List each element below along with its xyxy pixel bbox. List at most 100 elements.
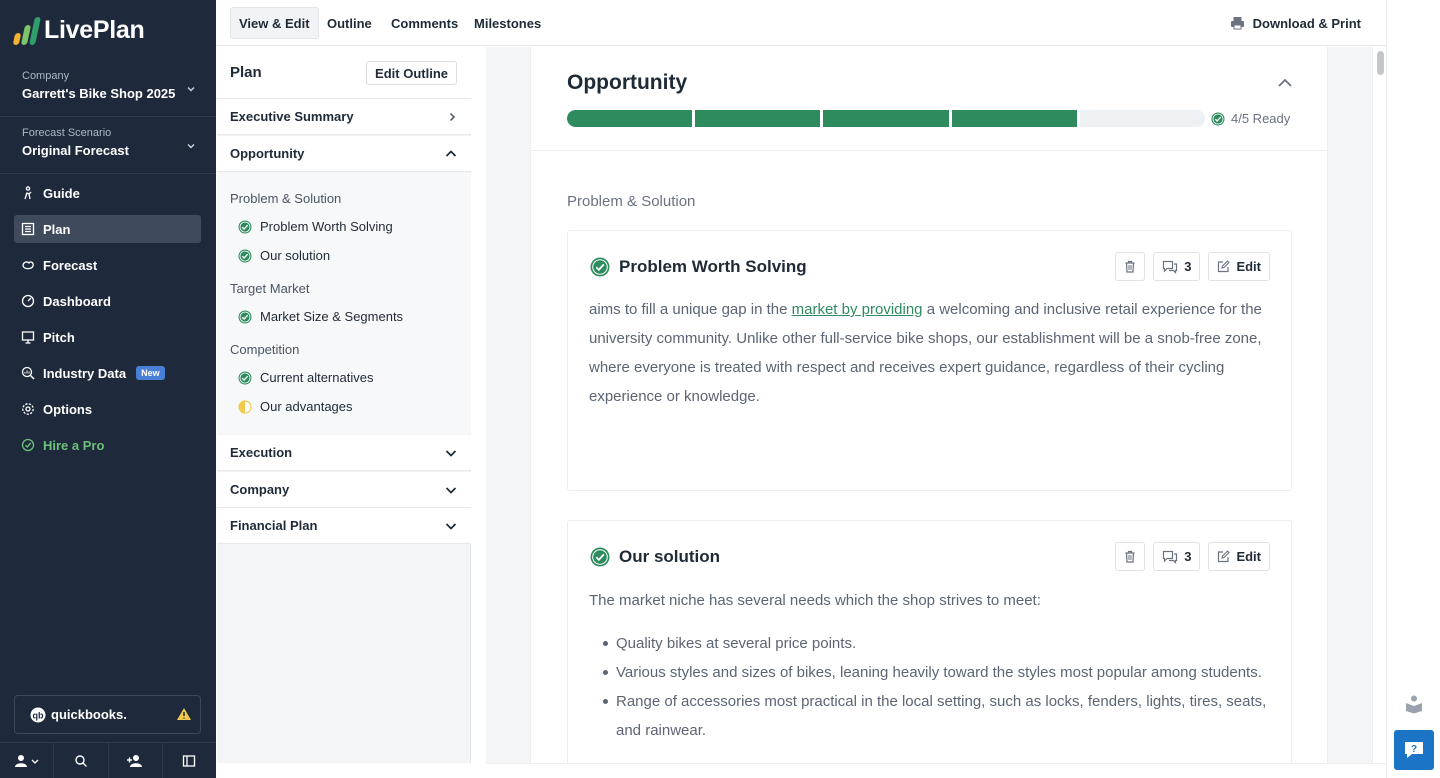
- outline-item-our-solution[interactable]: Our solution: [238, 248, 330, 263]
- comments-button[interactable]: 3: [1153, 252, 1201, 281]
- scrollbar-thumb[interactable]: [1377, 51, 1384, 75]
- outline-item-problem-worth-solving[interactable]: Problem Worth Solving: [238, 219, 393, 234]
- svg-text:qb: qb: [33, 710, 44, 720]
- help-chat-button[interactable]: ?: [1394, 730, 1434, 770]
- tab-outline[interactable]: Outline: [319, 7, 380, 39]
- check-circle-icon: [238, 220, 252, 233]
- outline-section-label: Execution: [230, 445, 293, 460]
- outline-section-opportunity[interactable]: Opportunity: [217, 136, 471, 172]
- nav-item-plan[interactable]: Plan: [14, 215, 201, 243]
- comment-icon: [1163, 260, 1178, 274]
- scrollbar[interactable]: [1372, 47, 1386, 763]
- right-rail: ?: [1386, 0, 1440, 778]
- collapse-chevron-up-icon[interactable]: [1277, 77, 1293, 89]
- chapter-title: Opportunity: [567, 71, 688, 94]
- user-icon: [14, 754, 39, 767]
- opportunity-chapter: Opportunity 4/5 Ready Problem & Solution…: [530, 47, 1329, 778]
- outline-item-label: Current alternatives: [260, 370, 374, 385]
- list-item: Various styles and sizes of bikes, leani…: [603, 658, 1276, 687]
- guide-icon: [21, 186, 35, 200]
- quickbooks-connection[interactable]: qb quickbooks.: [14, 695, 201, 734]
- edit-button[interactable]: Edit: [1208, 542, 1270, 571]
- chevron-down-icon: [445, 487, 457, 494]
- dashboard-icon: [21, 294, 35, 308]
- search-button[interactable]: [54, 743, 109, 778]
- outline-item-current-alternatives[interactable]: Current alternatives: [238, 370, 373, 385]
- section-caption: Problem & Solution: [567, 193, 696, 210]
- outline-item-market-size-segments[interactable]: Market Size & Segments: [238, 309, 403, 324]
- card-intro-text: The market niche has several needs which…: [589, 592, 1041, 609]
- edit-label: Edit: [1236, 549, 1261, 564]
- card-title-row: Problem Worth Solving: [590, 257, 807, 277]
- add-user-button[interactable]: [109, 743, 163, 778]
- chevron-down-icon: [187, 143, 195, 149]
- outline-title: Plan: [230, 64, 262, 81]
- nav-item-guide[interactable]: Guide: [14, 179, 201, 207]
- company-value: Garrett's Bike Shop 2025: [22, 86, 176, 101]
- group-label: Target Market: [230, 281, 310, 296]
- comment-icon: [1163, 550, 1178, 564]
- check-circle-icon: [238, 371, 252, 384]
- plan-outline-panel: Plan Edit Outline Executive Summary Oppo…: [217, 47, 471, 763]
- toggle-sidebar-button[interactable]: [163, 743, 216, 778]
- nav-item-forecast[interactable]: Forecast: [14, 251, 201, 279]
- card-title: Our solution: [619, 547, 721, 566]
- nav-item-industry-data[interactable]: Industry Data New: [14, 359, 201, 387]
- help-chat-icon: ?: [1405, 742, 1423, 758]
- readiness-status: 4/5 Ready: [1211, 110, 1290, 127]
- chevron-right-icon: [449, 112, 456, 122]
- nav-item-hire-a-pro[interactable]: Hire a Pro: [14, 431, 201, 459]
- list-item: Range of accessories most practical in t…: [603, 687, 1276, 745]
- user-menu-button[interactable]: [0, 743, 55, 778]
- edit-outline-button[interactable]: Edit Outline: [366, 61, 457, 85]
- nav-divider: [0, 116, 216, 117]
- check-circle-icon: [238, 249, 252, 262]
- outline-section-financial-plan[interactable]: Financial Plan: [217, 508, 471, 544]
- card-actions: 3 Edit: [1115, 542, 1270, 571]
- nav-item-options[interactable]: Options: [14, 395, 201, 423]
- outline-section-executive-summary[interactable]: Executive Summary: [217, 99, 471, 135]
- progress-segment: [823, 110, 949, 127]
- chapter-header: Opportunity 4/5 Ready: [531, 47, 1329, 151]
- nav-item-label: Plan: [43, 221, 71, 237]
- nav-item-label: Pitch: [43, 329, 75, 345]
- delete-button[interactable]: [1115, 542, 1146, 571]
- tab-view-edit[interactable]: View & Edit: [230, 7, 319, 39]
- company-selector[interactable]: Company Garrett's Bike Shop 2025: [22, 70, 202, 101]
- outline-section-execution[interactable]: Execution: [217, 435, 471, 471]
- half-circle-icon: [238, 399, 252, 414]
- comments-button[interactable]: 3: [1153, 542, 1201, 571]
- edit-button[interactable]: Edit: [1208, 252, 1270, 281]
- download-print-button[interactable]: Download & Print: [1230, 7, 1361, 39]
- scenario-selector[interactable]: Forecast Scenario Original Forecast: [22, 127, 202, 158]
- outline-item-label: Our advantages: [260, 399, 353, 414]
- learning-book-icon[interactable]: [1404, 694, 1424, 714]
- new-badge: New: [136, 366, 165, 380]
- nav-item-pitch[interactable]: Pitch: [14, 323, 201, 351]
- delete-button[interactable]: [1115, 252, 1146, 281]
- app-name: LivePlan: [44, 15, 145, 44]
- our-solution-card: Our solution 3 Edit The market niche has…: [567, 520, 1292, 778]
- card-title: Problem Worth Solving: [619, 257, 807, 276]
- comment-count: 3: [1184, 259, 1192, 274]
- tab-comments[interactable]: Comments: [383, 7, 466, 39]
- gear-icon: [21, 402, 35, 416]
- plan-icon: [21, 222, 35, 236]
- left-nav: LivePlan Company Garrett's Bike Shop 202…: [0, 0, 216, 778]
- liveplan-logo[interactable]: LivePlan: [12, 14, 145, 46]
- problem-worth-solving-card: Problem Worth Solving 3 Edit aims to fil…: [567, 230, 1292, 491]
- market-link[interactable]: market by providing: [792, 301, 923, 318]
- outline-item-our-advantages[interactable]: Our advantages: [238, 399, 353, 414]
- nav-item-label: Hire a Pro: [43, 437, 105, 453]
- readiness-label: 4/5 Ready: [1231, 111, 1291, 126]
- tab-milestones[interactable]: Milestones: [466, 7, 549, 39]
- trash-icon: [1125, 550, 1135, 563]
- progress-segment: [951, 110, 1077, 127]
- trash-icon: [1125, 260, 1135, 273]
- printer-icon: [1230, 17, 1244, 30]
- outline-section-company[interactable]: Company: [217, 472, 471, 508]
- group-label: Problem & Solution: [230, 191, 342, 206]
- check-circle-icon: [238, 310, 252, 323]
- add-user-icon: [127, 754, 143, 767]
- nav-item-dashboard[interactable]: Dashboard: [14, 287, 201, 315]
